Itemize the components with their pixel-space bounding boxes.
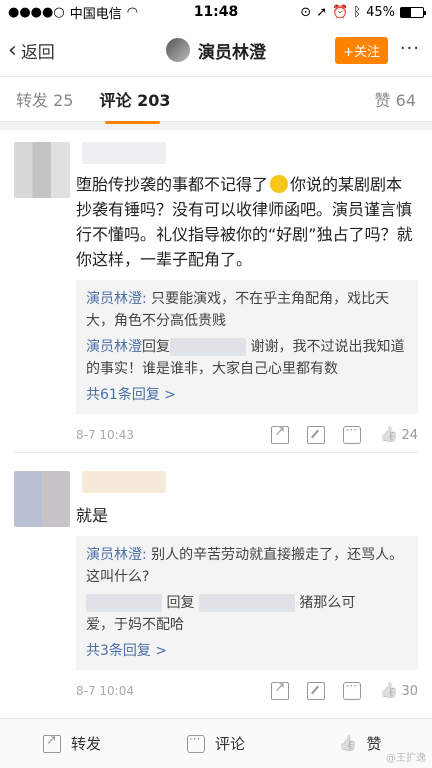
repost-button[interactable]: 转发: [0, 733, 144, 754]
username-blurred: [170, 338, 246, 356]
reply-text: 爱，于妈不配哈: [86, 617, 184, 633]
chevron-left-icon: ‹: [8, 37, 17, 63]
thumbs-up-icon: [338, 735, 356, 753]
avatar[interactable]: [166, 38, 190, 62]
repost-label: 转发: [70, 735, 101, 753]
reply-author[interactable]: 演员林澄: [86, 291, 142, 307]
tab-reposts-label: 转发: [16, 91, 49, 110]
nav-profile[interactable]: 演员林澄: [166, 38, 266, 63]
more-replies-link[interactable]: 共61条回复 >: [86, 384, 408, 406]
bottom-toolbar: 转发 评论 赞 @王扩逸: [0, 718, 432, 768]
edit-icon[interactable]: [307, 426, 326, 444]
reply-box[interactable]: 演员林澄: 只要能演戏，不在乎主角配角，戏比天大，角色不分高低贵贱 演员林澄回复…: [76, 280, 418, 414]
username-blurred: [86, 594, 162, 612]
page-title: 演员林澄: [198, 42, 266, 63]
tab-comments-label: 评论: [99, 91, 132, 110]
comment-label: 评论: [214, 735, 245, 753]
tab-reposts-count: 25: [53, 91, 74, 110]
avatar[interactable]: [14, 471, 70, 527]
share-icon: [42, 733, 61, 753]
reply-item: 演员林澄: 只要能演戏，不在乎主角配角，戏比天大，角色不分高低贵贱: [86, 288, 408, 332]
bluetooth-icon: ᛒ: [353, 4, 362, 20]
username-blurred[interactable]: [82, 471, 166, 493]
wifi-icon: ◠: [126, 4, 139, 20]
nav-bar: ‹ 返回 演员林澄 +关注 ···: [0, 24, 432, 76]
tab-likes-count: 64: [395, 91, 416, 110]
reply-box[interactable]: 演员林澄: 别人的辛苦劳动就直接搬走了，还骂人。这叫什么? 回复 猪那么可 爱，…: [76, 536, 418, 670]
status-bar: ●●●●○ 中国电信 ◠ 11:48 ⊙ ➚ ⏰ ᛒ 45%: [0, 0, 432, 24]
comment-item: 就是 演员林澄: 别人的辛苦劳动就直接搬走了，还骂人。这叫什么? 回复 猪那么可…: [0, 459, 432, 714]
more-icon[interactable]: ···: [400, 38, 420, 59]
reply-author[interactable]: 演员林澄: [86, 339, 142, 355]
comment-icon[interactable]: [343, 423, 362, 444]
tab-reposts[interactable]: 转发 25: [16, 87, 73, 111]
comment-text: 就是: [76, 506, 109, 525]
back-label: 返回: [20, 42, 55, 63]
edit-icon[interactable]: [307, 682, 326, 700]
follow-button[interactable]: +关注: [335, 37, 388, 64]
like-count: 24: [401, 427, 418, 443]
reply-item: 演员林澄: 别人的辛苦劳动就直接搬走了，还骂人。这叫什么?: [86, 544, 408, 588]
tab-bar: 转发 25 评论 203 赞 64: [0, 76, 432, 124]
thumbs-up-icon: [379, 426, 397, 444]
share-icon[interactable]: [271, 680, 290, 700]
back-button[interactable]: ‹ 返回: [8, 38, 55, 63]
battery-percent: 45%: [366, 4, 395, 20]
comment-meta: 8-7 10:43 24: [76, 423, 418, 446]
signal-icon: ●●●●○: [8, 4, 65, 20]
carrier-label: 中国电信: [69, 6, 122, 22]
comment-icon[interactable]: [343, 679, 362, 700]
reply-text: 猪那么可: [299, 595, 356, 611]
reply-word: 回复: [142, 339, 170, 355]
tab-comments[interactable]: 评论 203: [99, 87, 171, 124]
timestamp: 8-7 10:43: [76, 428, 134, 442]
more-replies-link[interactable]: 共3条回复 >: [86, 640, 408, 662]
location-icon: ➚: [316, 4, 328, 20]
tab-likes-label: 赞: [374, 91, 391, 110]
reply-separator: :: [142, 547, 147, 563]
comment-item: 堕胎传抄袭的事都不记得了 你说的某剧剧本抄袭有锤吗？没有可以收律师函吧。演员谨言慎…: [0, 130, 432, 459]
reply-author[interactable]: 演员林澄: [86, 547, 142, 563]
divider: [14, 452, 418, 453]
reply-word: 回复: [166, 595, 195, 611]
thumbs-up-icon: [379, 682, 397, 700]
share-icon[interactable]: [271, 424, 290, 444]
reply-item: 演员林澄回复 谢谢，我不过说出我知道的事实！谁是谁非，大家自己心里都有数: [86, 336, 408, 380]
comment-meta: 8-7 10:04 30: [76, 679, 418, 702]
like-button[interactable]: 30: [379, 682, 418, 700]
reply-item: 回复 猪那么可 爱，于妈不配哈: [86, 592, 408, 636]
like-count: 30: [401, 683, 418, 699]
like-button[interactable]: 24: [379, 426, 418, 444]
reply-separator: :: [142, 291, 147, 307]
avatar[interactable]: [14, 142, 70, 198]
like-label: 赞: [366, 735, 382, 753]
alarm-icon: ⏰: [332, 4, 349, 20]
tab-likes[interactable]: 赞 64: [375, 87, 416, 111]
lock-rotation-icon: ⊙: [300, 4, 312, 20]
comment-icon: [186, 732, 205, 753]
comment-text-part: 堕胎传抄袭的事都不记得了: [76, 175, 269, 194]
battery-icon: [400, 6, 426, 18]
timestamp: 8-7 10:04: [76, 684, 134, 698]
comment-text: 堕胎传抄袭的事都不记得了 你说的某剧剧本抄袭有锤吗？没有可以收律师函吧。演员谨言慎…: [76, 172, 418, 272]
username-blurred[interactable]: [82, 142, 166, 164]
tab-comments-count: 203: [137, 91, 171, 110]
watermark: @王扩逸: [386, 753, 426, 764]
section-gap: [0, 122, 432, 130]
username-blurred: [198, 594, 295, 612]
comment-button[interactable]: 评论: [144, 732, 288, 754]
emoji-icon: [270, 175, 289, 193]
